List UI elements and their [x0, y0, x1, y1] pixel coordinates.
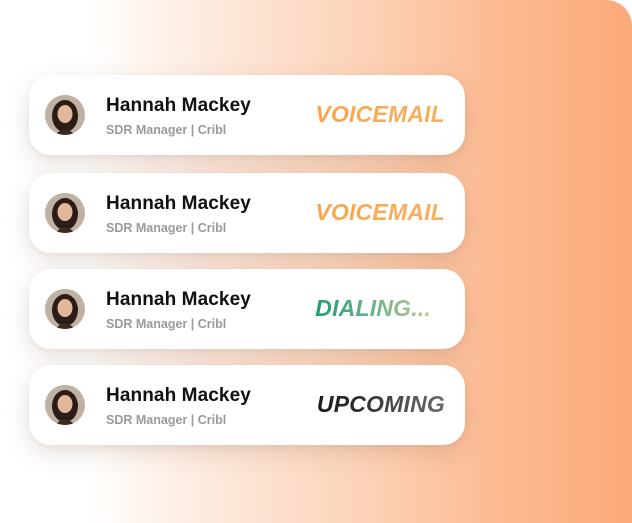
call-card[interactable]: Hannah Mackey SDR Manager | Cribl VOICEM…	[29, 173, 465, 253]
avatar	[45, 385, 85, 425]
contact-role: SDR Manager | Cribl	[106, 123, 227, 137]
call-card[interactable]: Hannah Mackey SDR Manager | Cribl DIALIN…	[29, 269, 465, 349]
contact-name: Hannah Mackey	[106, 289, 251, 310]
contact-role: SDR Manager | Cribl	[106, 317, 227, 331]
avatar	[45, 289, 85, 329]
contact-name: Hannah Mackey	[106, 193, 251, 214]
contact-role: SDR Manager | Cribl	[106, 221, 227, 235]
contact-role: SDR Manager | Cribl	[106, 413, 227, 427]
contact-name: Hannah Mackey	[106, 385, 251, 406]
avatar	[45, 95, 85, 135]
call-status-badge: UPCOMING	[316, 391, 445, 417]
call-status-badge: DIALING...	[315, 295, 431, 321]
call-card[interactable]: Hannah Mackey SDR Manager | Cribl UPCOMI…	[29, 365, 465, 445]
call-status-badge: VOICEMAIL	[315, 101, 445, 127]
call-status-badge: VOICEMAIL	[315, 199, 445, 225]
call-card[interactable]: Hannah Mackey SDR Manager | Cribl VOICEM…	[29, 75, 465, 155]
contact-name: Hannah Mackey	[106, 95, 251, 116]
avatar	[45, 193, 85, 233]
